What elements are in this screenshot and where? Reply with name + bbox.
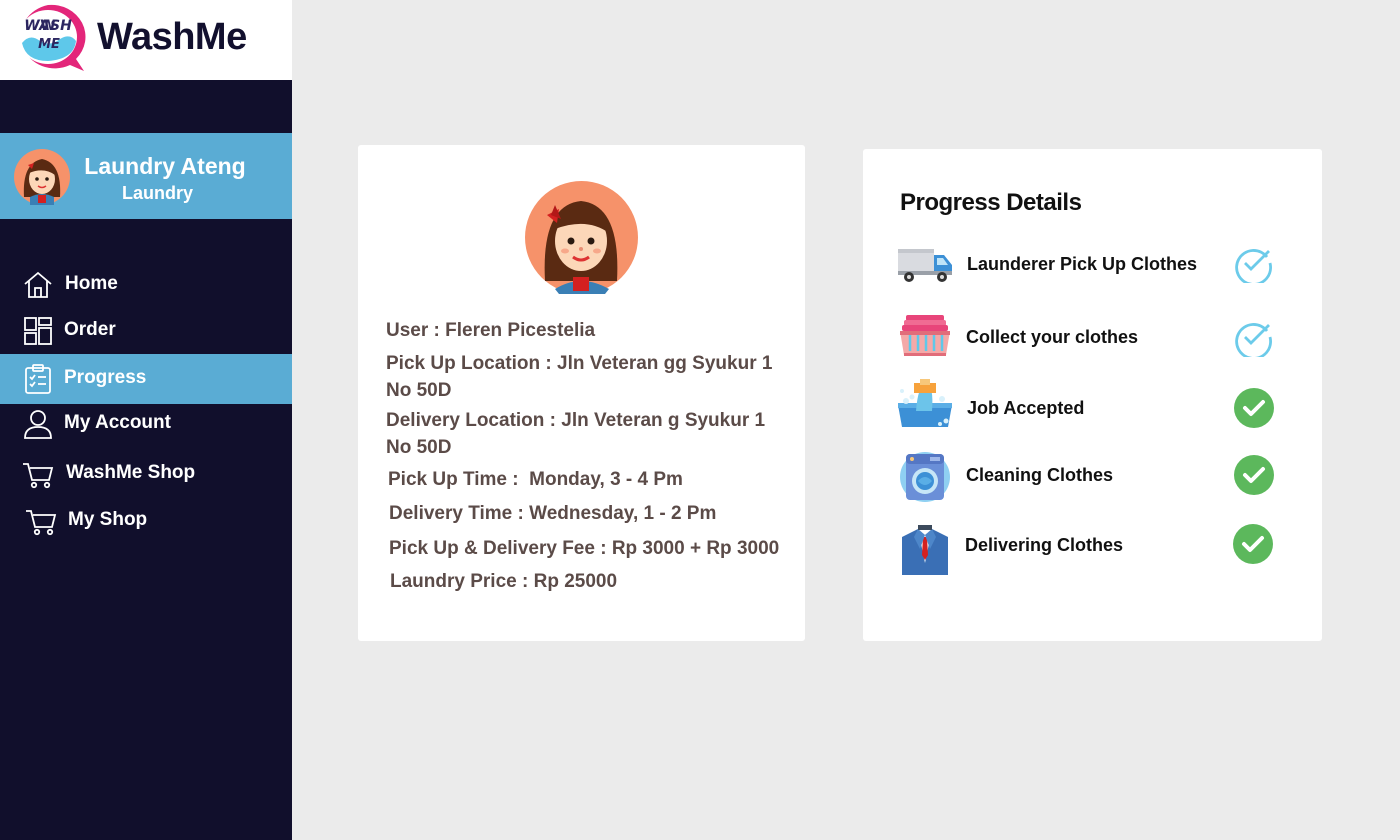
clipboard-checklist-icon bbox=[25, 364, 51, 394]
top-brand-bar: W WASH ME WashMe bbox=[0, 0, 292, 80]
washing-machine-icon bbox=[900, 452, 950, 502]
order-delivery-time: Delivery Time : Wednesday, 1 - 2 Pm bbox=[389, 503, 717, 524]
order-pickup-location-cont: No 50D bbox=[386, 380, 452, 401]
step-label: Launderer Pick Up Clothes bbox=[967, 254, 1198, 274]
step-label: Cleaning Clothes bbox=[966, 465, 1114, 485]
sidebar-item-label: My Account bbox=[64, 412, 171, 433]
sidebar: Laundry Ateng Laundry Home Order Progres… bbox=[0, 80, 292, 840]
svg-text:ME: ME bbox=[38, 37, 60, 52]
home-icon bbox=[24, 271, 52, 298]
order-pickup-time: Pick Up Time : Monday, 3 - 4 Pm bbox=[388, 469, 683, 490]
outline-check-icon bbox=[1235, 249, 1272, 283]
filled-check-icon bbox=[1233, 524, 1273, 564]
user-icon bbox=[24, 410, 52, 439]
step-label: Delivering Clothes bbox=[965, 535, 1124, 555]
order-pickup-location: Pick Up Location : Jln Veteran gg Syukur… bbox=[386, 353, 773, 374]
sidebar-item-label: Progress bbox=[64, 367, 147, 388]
filled-check-icon bbox=[1234, 388, 1274, 428]
sidebar-item-my-shop[interactable]: My Shop bbox=[0, 496, 292, 546]
sidebar-item-label: WashMe Shop bbox=[66, 462, 196, 483]
cart-icon bbox=[23, 463, 54, 489]
sidebar-item-label: Order bbox=[64, 319, 116, 340]
profile-name: Laundry Ateng bbox=[84, 153, 246, 179]
step-label: Job Accepted bbox=[967, 398, 1085, 418]
dashboard-icon bbox=[24, 317, 52, 345]
order-delivery-location-cont: No 50D bbox=[386, 437, 452, 458]
sidebar-item-order[interactable]: Order bbox=[0, 306, 292, 356]
profile-avatar bbox=[14, 149, 70, 205]
sidebar-item-home[interactable]: Home bbox=[0, 260, 292, 310]
order-user: User : Fleren Picestelia bbox=[386, 320, 596, 341]
user-avatar bbox=[525, 181, 638, 294]
washme-logo[interactable]: W WASH ME bbox=[10, 3, 86, 73]
progress-title: Progress Details bbox=[900, 189, 1082, 216]
sidebar-item-label: Home bbox=[65, 273, 118, 294]
outline-check-icon bbox=[1235, 323, 1272, 357]
laundry-basket-icon bbox=[900, 315, 950, 356]
order-delivery-fee: Pick Up & Delivery Fee : Rp 3000 + Rp 30… bbox=[389, 538, 780, 559]
hand-washing-icon bbox=[898, 379, 952, 427]
sidebar-item-my-account[interactable]: My Account bbox=[0, 399, 292, 449]
sidebar-item-progress[interactable]: Progress bbox=[0, 354, 292, 404]
order-laundry-price: Laundry Price : Rp 25000 bbox=[390, 571, 618, 592]
filled-check-icon bbox=[1234, 455, 1274, 495]
step-label: Collect your clothes bbox=[966, 327, 1139, 347]
profile-role: Laundry bbox=[121, 183, 193, 203]
brand-name: WashMe bbox=[97, 16, 247, 58]
cart-icon bbox=[26, 510, 57, 536]
order-info-card: User : Fleren Picestelia Pick Up Locatio… bbox=[358, 145, 805, 641]
progress-details-card: Progress Details Launderer Pick Up Cloth… bbox=[863, 149, 1322, 641]
svg-text:WASH: WASH bbox=[24, 18, 72, 34]
sidebar-profile[interactable]: Laundry Ateng Laundry bbox=[0, 133, 292, 219]
sidebar-item-label: My Shop bbox=[68, 509, 148, 530]
order-delivery-location: Delivery Location : Jln Veteran g Syukur… bbox=[386, 410, 766, 431]
suit-icon bbox=[902, 525, 948, 575]
truck-icon bbox=[898, 249, 952, 282]
sidebar-item-washme-shop[interactable]: WashMe Shop bbox=[0, 449, 292, 499]
